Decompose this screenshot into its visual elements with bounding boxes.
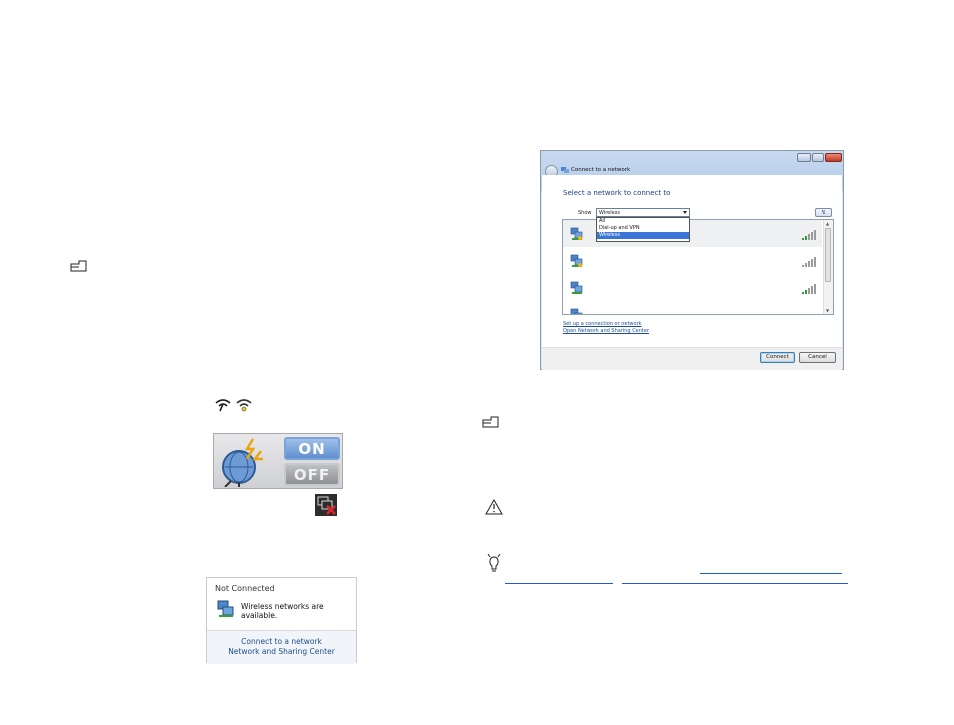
dropdown-option-dialup-vpn[interactable]: Dial-up and VPN [597,225,689,232]
signal-strength-icon [802,311,816,315]
close-button[interactable] [825,153,842,162]
network-row[interactable] [563,247,822,274]
signal-strength-icon [802,230,816,240]
connect-to-network-link[interactable]: Connect to a network [207,637,356,646]
tip-link-underline[interactable] [622,583,848,584]
network-icon [570,281,583,294]
tip-link-underline[interactable] [505,583,613,584]
scroll-up-icon[interactable]: ▲ [826,221,829,226]
network-icon [570,308,583,314]
connect-button[interactable]: Connect [760,352,795,363]
tray-message: Wireless networks are available. [241,602,324,620]
warning-icon [485,499,503,515]
chevron-down-icon [683,211,687,214]
tray-status-title: Not Connected [215,584,275,593]
tray-links: Connect to a network Network and Sharing… [207,630,356,664]
network-disconnected-icon [315,494,337,516]
on-button[interactable]: ON [284,437,340,460]
dialog-title: Connect to a network [571,167,631,173]
network-list-scrollbar[interactable]: ▲ ▼ [823,220,833,314]
cancel-button[interactable]: Cancel [799,352,836,363]
dropdown-option-wireless[interactable]: Wireless [597,232,689,239]
satellite-dish-icon [222,438,263,487]
network-icon [217,600,234,617]
tip-link-underline[interactable] [700,573,842,574]
maximize-button[interactable] [812,153,824,162]
network-icon [570,227,583,240]
scrollbar-thumb[interactable] [825,228,831,282]
connect-to-network-dialog: Connect to a network Select a network to… [540,150,844,370]
show-dropdown-list: All Dial-up and VPN Wireless [596,217,690,242]
tip-icon [487,553,501,572]
refresh-button[interactable]: ↯ [815,208,832,217]
signal-strength-icon [802,284,816,294]
dialog-body: Select a network to connect to Show Wire… [542,175,842,370]
wifi-on-icon [236,399,252,412]
setup-connection-link[interactable]: Set up a connection or network [563,321,642,327]
show-select-value: Wireless [599,210,620,216]
dialog-heading: Select a network to connect to [563,189,671,197]
network-sharing-center-link[interactable]: Network and Sharing Center [207,647,356,656]
network-row[interactable] [563,301,822,315]
dropdown-option-all[interactable]: All [597,218,689,225]
refresh-icon: ↯ [820,209,827,216]
open-sharing-center-link[interactable]: Open Network and Sharing Center [563,328,649,334]
show-select[interactable]: Wireless [596,208,690,217]
show-label: Show [578,210,592,216]
off-button[interactable]: OFF [284,463,340,486]
network-icon [561,167,569,173]
wireless-switch[interactable]: ON OFF [213,433,343,489]
network-row[interactable] [563,274,822,301]
minimize-button[interactable] [797,153,811,162]
tray-network-popup: Not Connected Wireless networks are avai… [206,577,357,664]
signal-strength-icon [802,257,816,267]
network-icon [570,254,583,267]
note-icon [70,260,87,272]
dialog-footer: Connect Cancel [542,347,842,370]
scroll-down-icon[interactable]: ▼ [826,308,829,313]
wifi-off-icon [215,399,231,412]
note-icon [482,416,499,428]
